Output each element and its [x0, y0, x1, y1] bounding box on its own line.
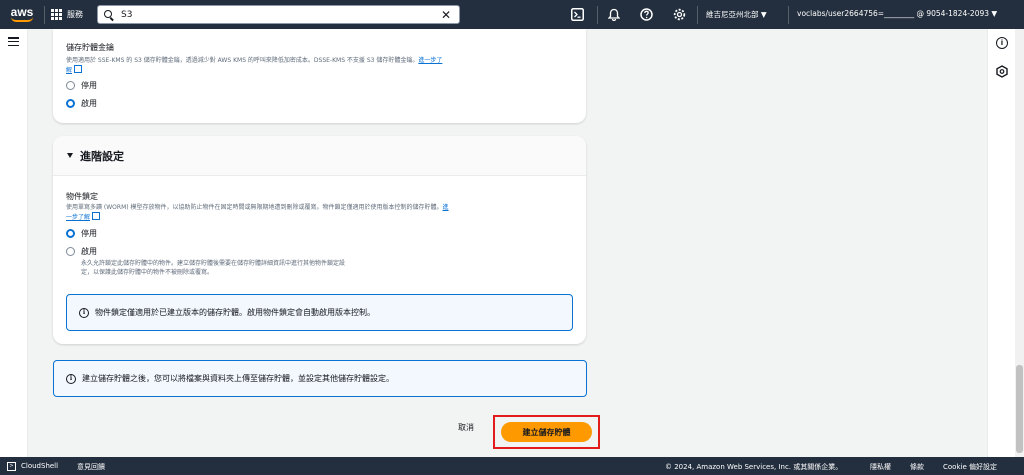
region-selector[interactable]: 維吉尼亞州北部 ▼ — [706, 9, 767, 20]
bucket-key-title: 儲存貯體金鑰 — [66, 43, 114, 52]
post-create-info-alert: i 建立儲存貯體之後，您可以將檔案與資料夾上傳至儲存貯體，並設定其他儲存貯體設定… — [53, 360, 587, 397]
advanced-settings-header[interactable]: 進階設定 — [53, 136, 586, 176]
info-icon: i — [79, 307, 89, 318]
info-panel-icon[interactable]: i — [996, 37, 1008, 49]
radio-button[interactable] — [66, 81, 75, 90]
left-navigation-rail — [0, 29, 28, 457]
services-menu-button[interactable]: 服務 — [45, 0, 89, 29]
object-lock-disable-option[interactable]: 停用 — [66, 228, 97, 239]
object-lock-info-alert: i 物件鎖定僅適用於已建立版本的儲存貯體。啟用物件鎖定會自動啟用版本控制。 — [66, 294, 573, 331]
advanced-settings-title: 進階設定 — [80, 149, 124, 163]
bucket-key-description: 使用適用於 SSE-KMS 的 S3 儲存貯體金鑰，透過減少對 AWS KMS … — [66, 57, 443, 74]
divider — [788, 6, 789, 24]
bell-icon[interactable] — [606, 7, 621, 22]
radio-button[interactable] — [66, 247, 75, 256]
cloudshell-icon: > — [7, 461, 16, 471]
info-icon: i — [66, 373, 76, 384]
search-input[interactable] — [121, 9, 439, 20]
footer-feedback-link[interactable]: 意見回饋 — [77, 462, 105, 472]
bucket-key-learn-more-link[interactable]: 進一步了 — [418, 57, 442, 64]
footer-cloudshell-link[interactable]: CloudShell — [21, 462, 58, 470]
external-link-icon — [74, 65, 83, 73]
services-label: 服務 — [67, 10, 83, 19]
account-menu[interactable]: voclabs/user2664756=________ @ 9054-1824… — [797, 9, 997, 18]
gear-icon[interactable] — [672, 7, 687, 22]
divider — [597, 6, 598, 24]
bucket-key-disable-option[interactable]: 停用 — [66, 80, 97, 91]
aws-smile-icon — [11, 17, 33, 22]
footer: > CloudShell 意見回饋 © 2024, Amazon Web Ser… — [0, 457, 1024, 475]
object-lock-learn-more-link-2[interactable]: 一步了解 — [66, 214, 90, 221]
object-lock-learn-more-link[interactable]: 進 — [443, 204, 449, 211]
external-link-icon — [92, 212, 101, 220]
object-lock-description: 使用單寫多讀 (WORM) 模型存放物件，以協助防止物件在固定時間或無限期地遭到… — [66, 204, 449, 221]
footer-cookie-link[interactable]: Cookie 偏好設定 — [943, 462, 997, 472]
footer-terms-link[interactable]: 條款 — [910, 462, 924, 472]
clear-search-icon[interactable]: ✕ — [439, 8, 453, 22]
page-scrollbar-thumb[interactable] — [1016, 365, 1023, 453]
cloudshell-icon[interactable] — [570, 7, 585, 22]
radio-button-selected[interactable] — [66, 99, 75, 108]
radio-button-selected[interactable] — [66, 229, 75, 238]
search-icon — [104, 9, 114, 20]
hexagon-icon[interactable] — [996, 65, 1008, 80]
bucket-key-learn-more-link-2[interactable]: 解 — [66, 67, 72, 74]
aws-logo[interactable]: aws — [0, 0, 44, 29]
bucket-key-panel: 儲存貯體金鑰 使用適用於 SSE-KMS 的 S3 儲存貯體金鑰，透過減少對 A… — [53, 29, 586, 123]
divider — [697, 6, 698, 24]
caret-down-icon — [67, 153, 73, 158]
object-lock-enable-hint: 永久允許鎖定此儲存貯體中的物件。建立儲存貯體後需要在儲存貯體詳細資訊中進行其他物… — [81, 260, 346, 276]
post-create-info-text: 建立儲存貯體之後，您可以將檔案與資料夾上傳至儲存貯體，並設定其他儲存貯體設定。 — [82, 374, 394, 383]
object-lock-enable-option[interactable]: 啟用 — [66, 246, 97, 257]
create-bucket-button[interactable]: 建立儲存貯體 — [501, 422, 592, 442]
grid-icon — [51, 9, 62, 20]
advanced-settings-panel: 進階設定 物件鎖定 使用單寫多讀 (WORM) 模型存放物件，以協助防止物件在固… — [53, 136, 586, 344]
cancel-button[interactable]: 取消 — [458, 422, 474, 433]
help-icon[interactable] — [639, 7, 654, 22]
search-bar[interactable]: ✕ — [97, 5, 460, 24]
object-lock-info-text: 物件鎖定僅適用於已建立版本的儲存貯體。啟用物件鎖定會自動啟用版本控制。 — [95, 308, 375, 317]
top-navigation: aws 服務 ✕ 維吉尼亞州北部 ▼ voclabs/user2664756=_… — [0, 0, 1024, 29]
bucket-key-enable-option[interactable]: 啟用 — [66, 98, 97, 109]
footer-privacy-link[interactable]: 隱私權 — [870, 462, 891, 472]
hamburger-menu-icon[interactable] — [8, 37, 19, 47]
right-utility-rail: i — [987, 29, 1015, 457]
footer-copyright: © 2024, Amazon Web Services, Inc. 或其關係企業… — [665, 463, 843, 471]
object-lock-title: 物件鎖定 — [66, 192, 98, 201]
